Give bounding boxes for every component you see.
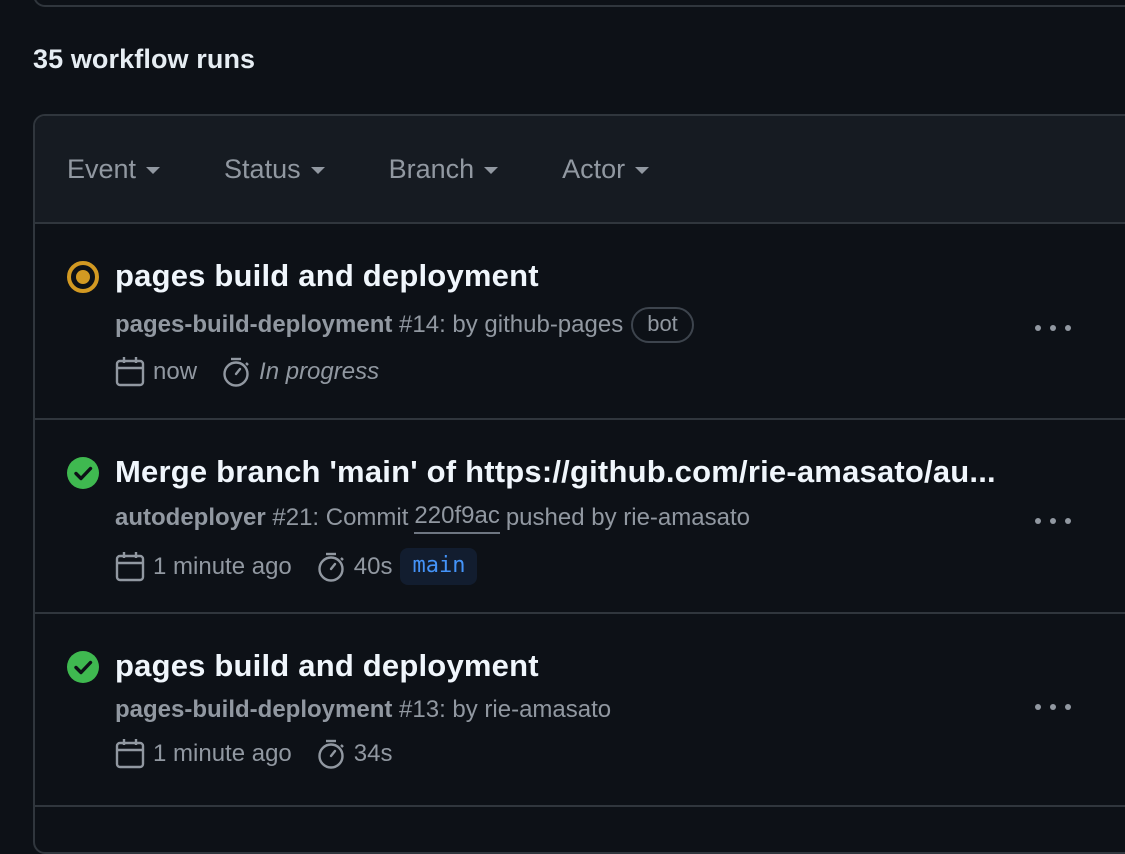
workflow-run-row: pages build and deployment pages-build-d… [35, 224, 1125, 420]
caret-down-icon [146, 167, 161, 174]
run-duration: 40s [353, 552, 393, 580]
stopwatch-icon [318, 552, 344, 582]
actor-filter[interactable]: Actor [562, 153, 650, 185]
workflow-name[interactable]: autodeployer [115, 504, 266, 532]
caret-down-icon [484, 167, 499, 174]
run-info: 1 minute ago 34s [115, 738, 392, 770]
calendar-icon [115, 551, 145, 581]
run-options-kebab-icon[interactable] [1033, 313, 1073, 343]
bot-badge: bot [631, 307, 694, 343]
run-time: 1 minute ago [153, 740, 292, 767]
success-check-icon [67, 651, 99, 683]
caret-down-icon [310, 167, 325, 174]
run-meta: pages-build-deployment #13: by rie-amasa… [115, 696, 611, 724]
workflow-run-row: Merge branch 'main' of https://github.co… [35, 420, 1125, 614]
event-filter-label: Event [67, 153, 137, 184]
commit-sha-link[interactable]: 220f9ac [414, 502, 500, 534]
workflow-runs-panel: Event Status Branch Actor pages build an… [33, 114, 1125, 854]
actor-filter-label: Actor [562, 153, 626, 184]
run-meta: autodeployer #21: Commit 220f9ac pushed … [115, 502, 750, 534]
event-filter[interactable]: Event [67, 153, 161, 185]
pushed-by-text: pushed by rie-amasato [505, 504, 750, 531]
run-options-kebab-icon[interactable] [1033, 692, 1073, 722]
run-duration: 34s [353, 740, 393, 767]
run-number-text: #21: Commit [265, 504, 409, 531]
branch-filter[interactable]: Branch [389, 154, 499, 185]
run-title-link[interactable]: pages build and deployment [115, 258, 539, 294]
run-number-text: #13: by rie-amasato [392, 696, 612, 723]
workflow-name[interactable]: pages-build-deployment [115, 696, 392, 724]
run-duration: In progress [259, 358, 380, 385]
branch-badge-link[interactable]: main [400, 548, 478, 585]
workflow-run-row: pages build and deployment pages-build-d… [35, 614, 1125, 807]
calendar-icon [115, 357, 145, 387]
previous-section-box [33, 0, 1125, 7]
success-check-icon [67, 457, 99, 489]
workflow-name[interactable]: pages-build-deployment [115, 311, 392, 339]
filter-bar: Event Status Branch Actor [35, 116, 1125, 224]
caret-down-icon [635, 167, 650, 174]
run-meta: pages-build-deployment #14: by github-pa… [115, 307, 694, 343]
calendar-icon [115, 739, 145, 769]
status-filter-label: Status [224, 153, 301, 184]
stopwatch-icon [318, 739, 344, 769]
stopwatch-icon [223, 357, 249, 387]
run-info: 1 minute ago 40s main [115, 548, 478, 585]
in-progress-icon [67, 261, 99, 293]
workflow-run-count: 35 workflow runs [33, 44, 256, 74]
run-time: now [153, 358, 198, 385]
status-filter[interactable]: Status [224, 154, 325, 185]
run-info: now In progress [115, 356, 379, 388]
run-number-text: #14: by github-pages [392, 311, 624, 338]
run-title-link[interactable]: Merge branch 'main' of https://github.co… [115, 454, 996, 490]
run-time: 1 minute ago [153, 552, 292, 580]
run-title-link[interactable]: pages build and deployment [115, 648, 539, 684]
run-options-kebab-icon[interactable] [1033, 506, 1073, 536]
branch-filter-label: Branch [388, 153, 475, 184]
